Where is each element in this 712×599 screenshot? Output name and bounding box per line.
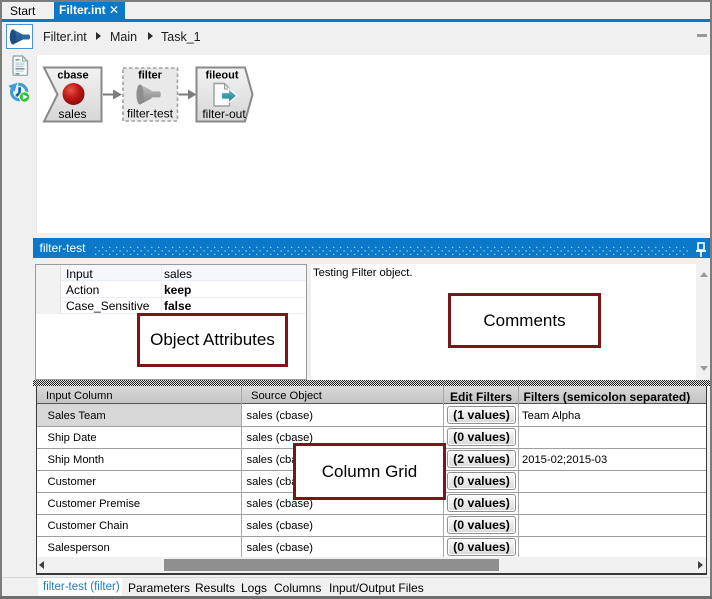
svg-text:filter: filter — [138, 70, 163, 82]
svg-text:fileout: fileout — [206, 70, 239, 82]
svg-text:cbase: cbase — [57, 70, 88, 82]
svg-text:filter-test: filter-test — [127, 107, 174, 121]
svg-text:sales: sales — [58, 107, 86, 121]
svg-text:filter-out: filter-out — [202, 107, 246, 121]
